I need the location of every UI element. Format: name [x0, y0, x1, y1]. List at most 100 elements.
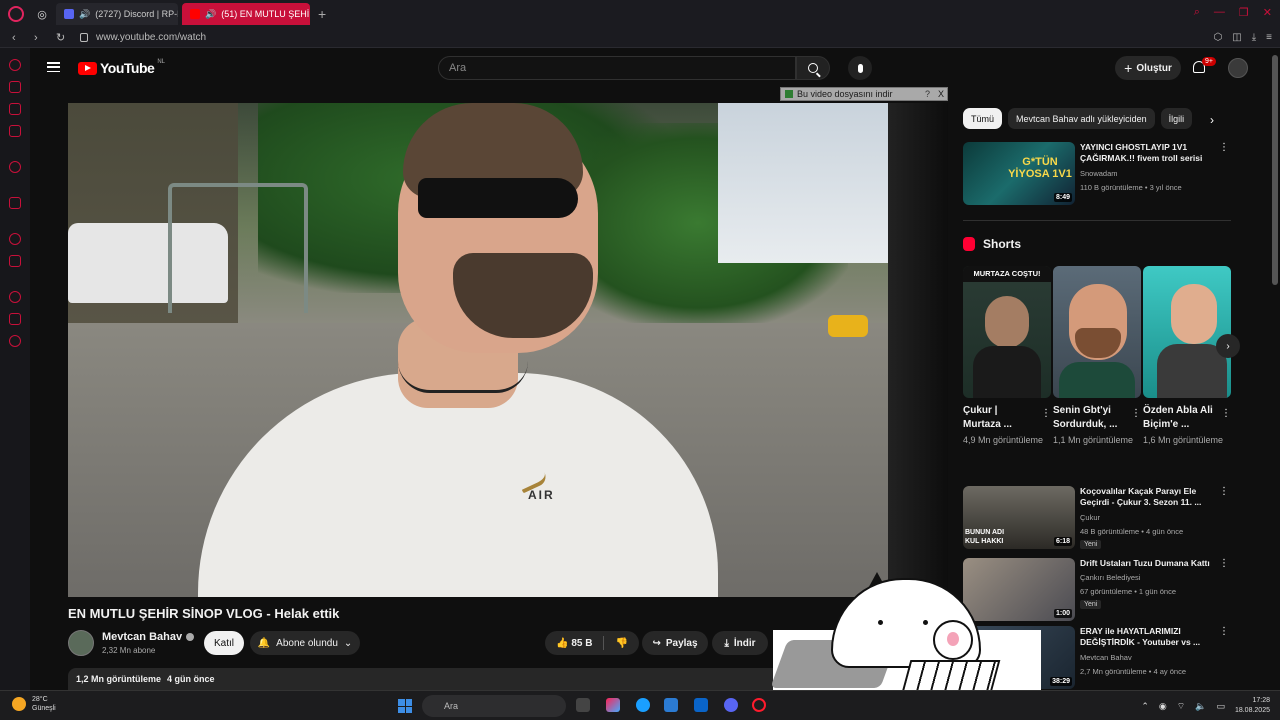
download-bar-close[interactable]: X [938, 89, 944, 99]
speaker-icon[interactable]: 🔊 [205, 9, 216, 20]
dislike-button[interactable]: 👎 [615, 638, 627, 649]
settings-icon[interactable] [9, 335, 21, 347]
edge-icon[interactable] [636, 698, 650, 712]
short-body [973, 346, 1041, 398]
chip-all[interactable]: Tümü [963, 108, 1003, 129]
history-icon[interactable] [9, 291, 21, 303]
more-options-icon[interactable]: ⋮ [1041, 408, 1051, 419]
youtube-logo[interactable]: YouTube NL [78, 59, 165, 76]
easy-setup-icon[interactable]: ≡ [1266, 32, 1272, 43]
browser-tab-bar: ◎ 🔊 (2727) Discord | RP-R 🔊 (51) EN MUTL… [0, 0, 1280, 28]
battery-icon[interactable]: ▭ [1216, 701, 1225, 712]
system-tray: ⌃ ◉ ⌔ 🔈 ▭ 17:28 18.08.2025 [1141, 696, 1270, 716]
menu-icon[interactable] [47, 62, 60, 72]
chips-next-icon[interactable]: › [1210, 113, 1214, 127]
recommendation-item[interactable]: BUNUN ADI KUL HAKKI 6:18 Koçovalılar Kaç… [963, 486, 1231, 550]
extensions-icon[interactable]: ⬡ [1214, 32, 1223, 43]
video-title: Drift Ustaları Tuzu Dumana Kattı [1080, 558, 1210, 568]
opera-taskbar-icon[interactable] [752, 698, 766, 712]
short-thumbnail[interactable] [1053, 266, 1141, 398]
instagram-icon[interactable] [9, 81, 21, 93]
copilot-icon[interactable] [606, 698, 620, 712]
recommendation-item[interactable]: G*TÜN YİYOSA 1V1 8:49 YAYINCI GHOSTLAYIP… [963, 142, 1231, 206]
more-options-icon[interactable]: ⋮ [1219, 142, 1229, 153]
clock[interactable]: 17:28 18.08.2025 [1235, 696, 1270, 716]
chip-from-uploader[interactable]: Mevtcan Bahav adlı yükleyiciden [1008, 108, 1155, 129]
like-button[interactable]: 👍 85 B [556, 638, 592, 649]
short-thumbnail[interactable] [1143, 266, 1231, 398]
video-frame-sunglasses [418, 178, 578, 218]
more-options-icon[interactable]: ⋮ [1219, 486, 1229, 497]
thumbnail-text: BUNUN ADI KUL HAKKI [965, 529, 1005, 545]
video-thumbnail[interactable]: G*TÜN YİYOSA 1V1 8:49 [963, 142, 1075, 205]
downloads-icon[interactable]: ⤓ [1252, 32, 1256, 43]
outlook-icon[interactable] [694, 698, 708, 712]
search-input[interactable]: Ara [438, 56, 796, 80]
microphone-icon [857, 63, 863, 73]
whatsapp-icon[interactable] [9, 103, 21, 115]
video-download-bar[interactable]: Bu video dosyasını indir ? X [780, 87, 948, 101]
news-icon[interactable] [9, 125, 21, 137]
tab-label: (51) EN MUTLU ŞEHİR [221, 9, 310, 19]
network-icon[interactable]: ⌔ [1177, 701, 1185, 712]
create-label: Oluştur [1136, 62, 1172, 74]
new-tab-button[interactable]: + [318, 6, 326, 22]
windows-start-icon[interactable] [398, 699, 412, 713]
subscribed-button[interactable]: 🔔 Abone olundu ⌄ [250, 631, 360, 655]
voice-search-button[interactable] [848, 56, 872, 80]
snapshot-icon[interactable]: ◫ [1232, 32, 1241, 43]
twitch-icon[interactable] [9, 197, 21, 209]
opera-logo-icon[interactable] [8, 6, 24, 22]
store-icon[interactable] [664, 698, 678, 712]
more-options-icon[interactable]: ⋮ [1219, 558, 1229, 569]
pinboard-icon[interactable] [9, 255, 21, 267]
weather-widget[interactable]: 28°C Güneşli [12, 695, 56, 713]
maximize-button[interactable]: ❐ [1239, 6, 1249, 19]
short-item[interactable]: Özden Abla Ali Biçim'e ... 1,6 Mn görünt… [1143, 266, 1231, 447]
video-player[interactable]: AIR [68, 103, 948, 597]
tab-discord[interactable]: 🔊 (2727) Discord | RP-R [56, 3, 178, 25]
more-options-icon[interactable]: ⋮ [1221, 408, 1231, 419]
reload-icon[interactable]: ↻ [56, 31, 66, 44]
address-field[interactable]: www.youtube.com/watch [80, 32, 206, 43]
aria-icon[interactable] [9, 161, 21, 173]
short-item[interactable]: MURTAZA COŞTU! Çukur | Murtaza ... 4,9 M… [963, 266, 1051, 447]
channel-avatar[interactable] [68, 630, 94, 656]
discord-icon[interactable] [724, 698, 738, 712]
short-title: Çukur | Murtaza ... [963, 405, 1012, 430]
search-tabs-icon[interactable]: ⌕ [1194, 6, 1200, 19]
tray-app-icon[interactable]: ◉ [1159, 701, 1167, 712]
extensions-sidebar-icon[interactable] [9, 313, 21, 325]
more-options-icon[interactable]: ⋮ [1219, 626, 1229, 637]
tab-youtube-active[interactable]: 🔊 (51) EN MUTLU ŞEHİR [182, 3, 310, 25]
messenger-icon[interactable] [9, 59, 21, 71]
short-item[interactable]: Senin Gbt'yi Sordurduk, ... 1,1 Mn görün… [1053, 266, 1141, 447]
upload-date: 4 gün önce [167, 674, 215, 684]
speaker-icon[interactable]: 🔊 [79, 9, 90, 20]
forward-icon[interactable]: › [34, 32, 44, 44]
short-thumbnail[interactable]: MURTAZA COŞTU! [963, 266, 1051, 398]
video-thumbnail[interactable]: BUNUN ADI KUL HAKKI 6:18 [963, 486, 1075, 549]
music-player-icon[interactable] [9, 233, 21, 245]
minimize-button[interactable]: — [1214, 6, 1225, 19]
volume-icon[interactable]: 🔈 [1195, 701, 1206, 712]
download-bar-help[interactable]: ? [925, 89, 930, 99]
page-scrollbar[interactable] [1272, 55, 1278, 285]
back-icon[interactable]: ‹ [12, 32, 22, 44]
task-view-icon[interactable] [576, 698, 590, 712]
share-button[interactable]: ↪ Paylaş [642, 631, 708, 655]
create-button[interactable]: + Oluştur [1115, 56, 1181, 80]
close-window-button[interactable]: ✕ [1263, 6, 1272, 19]
tray-chevron-icon[interactable]: ⌃ [1141, 701, 1149, 712]
more-options-icon[interactable]: ⋮ [1131, 408, 1141, 419]
shorts-next-button[interactable]: › [1216, 334, 1240, 358]
channel-name[interactable]: Mevtcan Bahav [102, 631, 195, 643]
account-avatar[interactable] [1228, 58, 1248, 78]
chip-related[interactable]: İlgili [1160, 108, 1193, 129]
tab-menu-icon[interactable]: ◎ [34, 6, 50, 22]
taskbar-search[interactable]: Ara [422, 695, 566, 717]
join-button[interactable]: Katıl [204, 631, 244, 655]
search-button[interactable] [796, 56, 830, 80]
download-button[interactable]: ⤓ İndir [712, 631, 768, 655]
shorts-header: Shorts [963, 237, 1021, 251]
